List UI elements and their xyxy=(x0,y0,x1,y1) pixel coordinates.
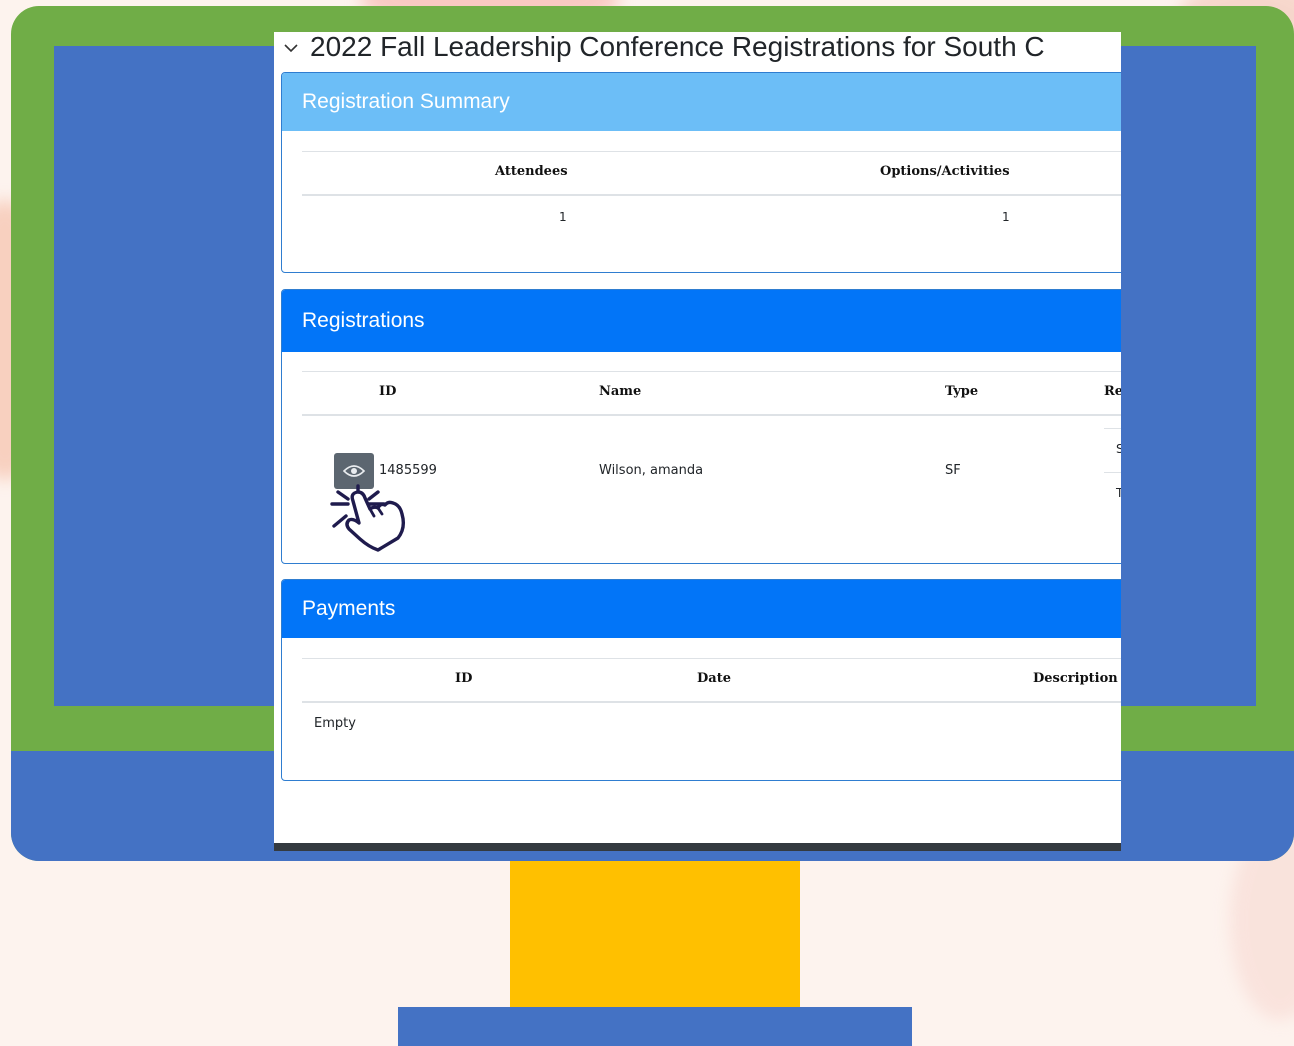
column-header-name: Name xyxy=(599,384,642,399)
registrations-heading: Registrations xyxy=(302,309,425,332)
payments-card-header: Payments xyxy=(282,580,1121,638)
registrations-card: Registrations ID Name Type Re xyxy=(281,289,1121,564)
app-bottom-bar xyxy=(274,843,1121,851)
table-row: Empty xyxy=(302,703,1121,743)
payments-card: Payments ID Date Description Empty xyxy=(281,579,1121,781)
column-header-options-activities: Options/Activities xyxy=(880,164,1010,179)
registration-type: SF xyxy=(945,463,961,478)
summary-card: Registration Summary Attendees Options/A… xyxy=(281,72,1121,273)
payments-card-body: ID Date Description Empty xyxy=(282,658,1121,743)
monitor-stand-base xyxy=(398,1007,912,1046)
summary-table-header: Attendees Options/Activities xyxy=(302,151,1121,196)
column-header-id: ID xyxy=(379,384,397,399)
registrations-table: ID Name Type Re 1485599 Wilson, amanda S… xyxy=(302,371,1121,552)
table-row: 1 1 xyxy=(302,196,1121,236)
chevron-down-icon[interactable] xyxy=(284,36,298,59)
column-header-id: ID xyxy=(455,671,473,686)
summary-heading: Registration Summary xyxy=(302,90,510,113)
column-header-registration-details: Re xyxy=(1104,384,1121,399)
summary-card-body: Attendees Options/Activities 1 1 xyxy=(282,151,1121,236)
attendees-count: 1 xyxy=(559,210,567,224)
page-title-text: 2022 Fall Leadership Conference Registra… xyxy=(310,32,1045,62)
payments-table-header: ID Date Description xyxy=(302,658,1121,703)
column-header-description: Description xyxy=(1033,671,1118,686)
table-row[interactable]: 1485599 Wilson, amanda SF S T xyxy=(302,416,1121,552)
nested-detail-row: S xyxy=(1116,442,1121,456)
nested-table-top-border xyxy=(1104,428,1121,429)
empty-state-text: Empty xyxy=(314,716,356,731)
monitor-stand-neck xyxy=(510,861,800,1008)
payments-heading: Payments xyxy=(302,597,396,620)
summary-card-header: Registration Summary xyxy=(282,73,1121,131)
page-title[interactable]: 2022 Fall Leadership Conference Registra… xyxy=(284,32,1045,62)
column-header-date: Date xyxy=(697,671,731,686)
column-header-attendees: Attendees xyxy=(495,164,568,179)
click-hand-icon xyxy=(330,484,406,552)
options-activities-count: 1 xyxy=(1002,210,1010,224)
registrations-table-header: ID Name Type Re xyxy=(302,371,1121,416)
nested-detail-row: T xyxy=(1116,486,1121,500)
registrations-card-header: Registrations xyxy=(282,290,1121,352)
nested-table-divider xyxy=(1104,472,1121,473)
summary-table: Attendees Options/Activities 1 1 xyxy=(302,151,1121,236)
registrant-name: Wilson, amanda xyxy=(599,463,704,478)
payments-table: ID Date Description Empty xyxy=(302,658,1121,743)
registrations-card-body: ID Name Type Re 1485599 Wilson, amanda S… xyxy=(282,371,1121,552)
column-header-type: Type xyxy=(945,384,979,399)
registration-app-window: 2022 Fall Leadership Conference Registra… xyxy=(274,32,1121,851)
